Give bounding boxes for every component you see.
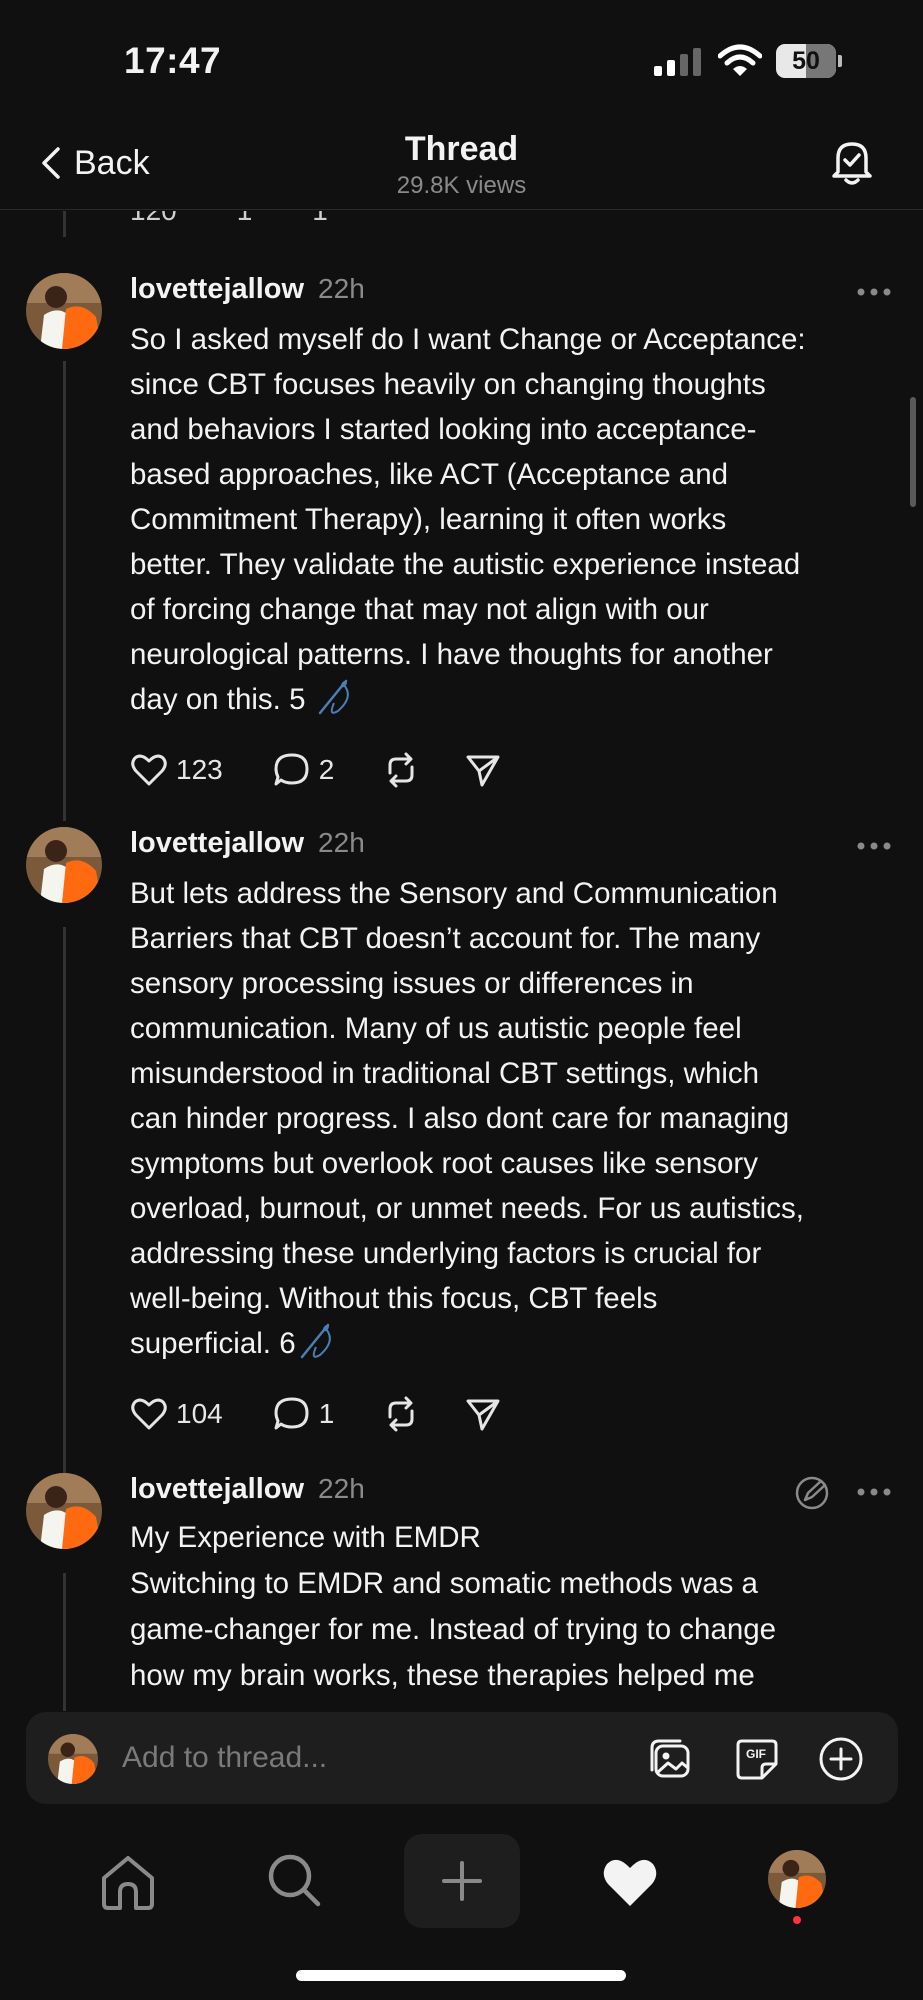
status-time: 17:47 xyxy=(124,40,222,81)
like-count: 123 xyxy=(176,754,223,785)
svg-text:GIF: GIF xyxy=(746,1747,766,1761)
status-bar: 17:47 50 xyxy=(0,0,923,120)
heart-filled-icon[interactable] xyxy=(600,1852,660,1912)
post-actions: 104 1 xyxy=(130,1395,502,1433)
partial-repost-count: 1 xyxy=(312,211,328,227)
gif-icon[interactable]: GIF xyxy=(734,1736,780,1782)
share-button[interactable] xyxy=(464,1395,502,1433)
battery-icon: 50 xyxy=(776,44,842,78)
repost-icon xyxy=(388,752,414,788)
post-time: 22h xyxy=(318,827,365,858)
post-text: So I asked myself do I want Change or Ac… xyxy=(130,323,806,716)
wifi-icon xyxy=(718,44,762,76)
thread-connector xyxy=(63,1573,66,1711)
thread-connector xyxy=(63,927,66,1487)
heart-icon xyxy=(131,1398,167,1430)
reply-composer[interactable]: Add to thread... GIF xyxy=(26,1712,898,1804)
post-time: 22h xyxy=(318,1473,365,1504)
share-icon xyxy=(466,1399,500,1431)
repost-icon xyxy=(388,1396,414,1432)
view-count: 29.8K views xyxy=(396,172,527,199)
cellular-signal-icon xyxy=(654,48,701,76)
post-text-container: So I asked myself do I want Change or Ac… xyxy=(130,317,900,722)
image-gallery-icon[interactable] xyxy=(648,1736,694,1782)
home-indicator[interactable] xyxy=(296,1970,626,1981)
search-icon[interactable] xyxy=(264,1850,324,1910)
avatar[interactable] xyxy=(26,1473,102,1549)
comment-icon xyxy=(274,753,309,786)
avatar[interactable] xyxy=(26,827,102,903)
new-post-button[interactable] xyxy=(404,1834,520,1928)
username[interactable]: lovettejallow xyxy=(130,1473,304,1506)
sewing-needle-icon xyxy=(300,1323,331,1359)
username[interactable]: lovettejallow xyxy=(130,827,304,860)
bottom-tab-bar xyxy=(0,1834,923,1934)
post-text: But lets address the Sensory and Communi… xyxy=(130,877,804,1360)
avatar[interactable] xyxy=(26,273,102,349)
reply-button[interactable]: 2 xyxy=(273,751,335,789)
repost-button[interactable] xyxy=(382,1395,420,1433)
repost-button[interactable] xyxy=(382,751,420,789)
post-text-container: But lets address the Sensory and Communi… xyxy=(130,871,900,1366)
add-to-thread-input[interactable]: Add to thread... xyxy=(122,1712,327,1804)
comment-icon xyxy=(274,1397,309,1430)
plus-icon xyxy=(442,1861,482,1901)
notification-bell-icon[interactable] xyxy=(828,136,876,188)
thread-connector xyxy=(63,361,66,821)
reply-button[interactable]: 1 xyxy=(273,1395,335,1433)
battery-level: 50 xyxy=(792,47,820,75)
partial-like-count: 120 xyxy=(130,211,177,227)
avatar xyxy=(48,1734,98,1784)
like-count: 104 xyxy=(176,1398,223,1429)
reply-count: 2 xyxy=(318,754,335,785)
post-text: My Experience with EMDR Switching to EMD… xyxy=(130,1521,777,1692)
notification-dot xyxy=(793,1916,801,1924)
heart-icon xyxy=(131,754,167,786)
thread-feed[interactable]: 120 1 1 lovettejallow 22h So I asked mys… xyxy=(0,211,923,1711)
post-actions: 123 2 xyxy=(130,751,502,789)
share-button[interactable] xyxy=(464,751,502,789)
post-time: 22h xyxy=(318,273,365,304)
thread-connector xyxy=(63,211,66,237)
edit-icon[interactable] xyxy=(792,1473,832,1513)
username[interactable]: lovettejallow xyxy=(130,273,304,306)
add-circle-icon[interactable] xyxy=(818,1736,864,1782)
profile-tab-avatar[interactable] xyxy=(768,1850,826,1908)
home-icon[interactable] xyxy=(98,1852,158,1912)
share-icon xyxy=(466,755,500,787)
like-button[interactable]: 123 xyxy=(130,751,223,789)
sewing-needle-icon xyxy=(318,679,349,715)
thread-header: Back Thread 29.8K views xyxy=(0,120,923,210)
reply-count: 1 xyxy=(318,1398,335,1429)
more-options-icon[interactable] xyxy=(856,1487,892,1497)
partial-post-actions: 120 1 1 xyxy=(130,211,328,227)
more-options-icon[interactable] xyxy=(856,841,892,851)
like-button[interactable]: 104 xyxy=(130,1395,223,1433)
more-options-icon[interactable] xyxy=(856,287,892,297)
partial-reply-count: 1 xyxy=(237,211,253,227)
page-title: Thread xyxy=(404,130,519,168)
scrollbar[interactable] xyxy=(910,397,916,507)
